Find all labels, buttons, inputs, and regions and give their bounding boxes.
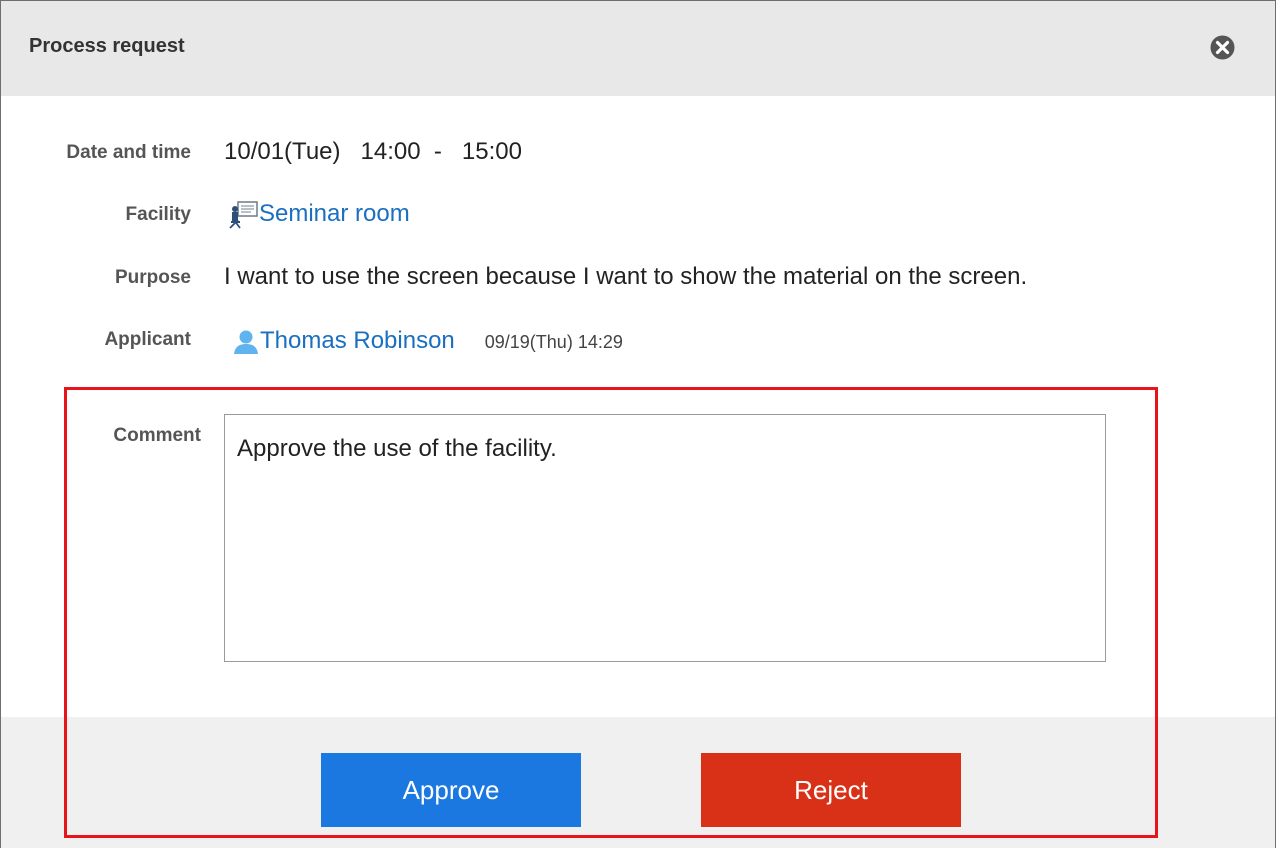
user-icon [234,330,258,354]
date-time-value: 10/01(Tue) 14:00 - 15:00 [224,138,522,165]
facility-value: Seminar room [229,200,410,229]
reject-button[interactable]: Reject [701,753,961,827]
facility-link[interactable]: Seminar room [259,200,410,227]
dialog-title: Process request [29,35,185,57]
purpose-value: I want to use the screen because I want … [224,263,1028,290]
purpose-label: Purpose [114,267,191,288]
dialog-footer [1,717,1275,848]
approve-button[interactable]: Approve [321,753,581,827]
close-icon[interactable] [1209,34,1236,61]
applicant-link[interactable]: Thomas Robinson [260,327,455,354]
process-request-dialog: Process request Date and time 10/01(Tue)… [0,0,1276,848]
applicant-date: 09/19(Thu) 14:29 [484,332,623,352]
dialog-titlebar: Process request [1,1,1275,96]
comment-textarea[interactable]: Approve the use of the facility. [224,414,1106,662]
facility-label: Facility [125,204,191,225]
comment-label: Comment [113,425,201,446]
date-time-label: Date and time [66,142,191,163]
facility-icon [229,200,258,229]
applicant-value: Thomas Robinson 09/19(Thu) 14:29 [232,327,623,355]
applicant-label: Applicant [104,329,191,350]
